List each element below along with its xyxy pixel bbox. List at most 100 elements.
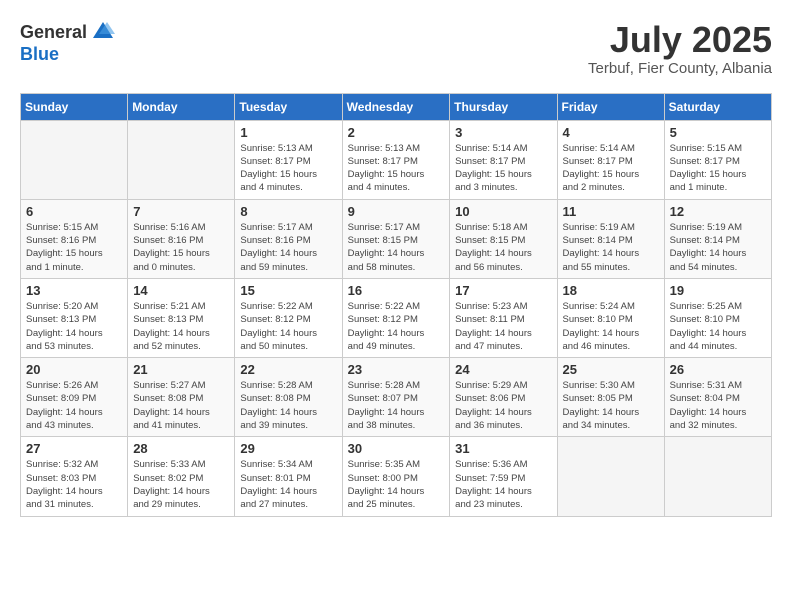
day-info: Sunrise: 5:36 AM Sunset: 7:59 PM Dayligh… (455, 458, 551, 511)
calendar-cell: 28 Sunrise: 5:33 AM Sunset: 8:02 PM Dayli… (128, 437, 235, 516)
day-number: 12 (670, 204, 766, 219)
day-info: Sunrise: 5:28 AM Sunset: 8:07 PM Dayligh… (348, 379, 445, 432)
day-number: 16 (348, 283, 445, 298)
day-number: 17 (455, 283, 551, 298)
logo-general-text: General (20, 22, 87, 43)
calendar-cell: 26 Sunrise: 5:31 AM Sunset: 8:04 PM Dayli… (664, 358, 771, 437)
calendar-header-monday: Monday (128, 93, 235, 120)
calendar-cell (664, 437, 771, 516)
day-number: 20 (26, 362, 122, 377)
day-info: Sunrise: 5:31 AM Sunset: 8:04 PM Dayligh… (670, 379, 766, 432)
calendar-cell: 17 Sunrise: 5:23 AM Sunset: 8:11 PM Dayli… (450, 278, 557, 357)
logo-blue-text: Blue (20, 44, 59, 65)
day-number: 9 (348, 204, 445, 219)
day-number: 13 (26, 283, 122, 298)
calendar-cell: 27Sunrise: 5:32 AM Sunset: 8:03 PM Dayli… (21, 437, 128, 516)
logo: General Blue (20, 20, 115, 65)
day-number: 1 (240, 125, 336, 140)
day-info: Sunrise: 5:21 AM Sunset: 8:13 PM Dayligh… (133, 300, 229, 353)
calendar-cell: 8Sunrise: 5:17 AM Sunset: 8:16 PM Daylig… (235, 199, 342, 278)
day-info: Sunrise: 5:18 AM Sunset: 8:15 PM Dayligh… (455, 221, 551, 274)
day-number: 18 (563, 283, 659, 298)
calendar-cell: 22 Sunrise: 5:28 AM Sunset: 8:08 PM Dayli… (235, 358, 342, 437)
calendar-week-row: 13 Sunrise: 5:20 AM Sunset: 8:13 PM Dayli… (21, 278, 772, 357)
day-number: 21 (133, 362, 229, 377)
day-number: 5 (670, 125, 766, 140)
day-info: Sunrise: 5:15 AM Sunset: 8:16 PM Dayligh… (26, 221, 122, 274)
day-info: Sunrise: 5:24 AM Sunset: 8:10 PM Dayligh… (563, 300, 659, 353)
calendar-cell: 7 Sunrise: 5:16 AM Sunset: 8:16 PM Daylig… (128, 199, 235, 278)
calendar-cell: 3Sunrise: 5:14 AM Sunset: 8:17 PM Daylig… (450, 120, 557, 199)
day-number: 25 (563, 362, 659, 377)
day-info: Sunrise: 5:19 AM Sunset: 8:14 PM Dayligh… (670, 221, 766, 274)
day-info: Sunrise: 5:34 AM Sunset: 8:01 PM Dayligh… (240, 458, 336, 511)
calendar-header-thursday: Thursday (450, 93, 557, 120)
calendar-cell: 1 Sunrise: 5:13 AM Sunset: 8:17 PM Daylig… (235, 120, 342, 199)
day-number: 4 (563, 125, 659, 140)
day-info: Sunrise: 5:35 AM Sunset: 8:00 PM Dayligh… (348, 458, 445, 511)
calendar-cell: 30 Sunrise: 5:35 AM Sunset: 8:00 PM Dayli… (342, 437, 450, 516)
calendar-cell: 4 Sunrise: 5:14 AM Sunset: 8:17 PM Daylig… (557, 120, 664, 199)
calendar-cell: 9 Sunrise: 5:17 AM Sunset: 8:15 PM Daylig… (342, 199, 450, 278)
day-info: Sunrise: 5:14 AM Sunset: 8:17 PM Dayligh… (563, 142, 659, 195)
calendar-cell: 15 Sunrise: 5:22 AM Sunset: 8:12 PM Dayli… (235, 278, 342, 357)
day-info: Sunrise: 5:33 AM Sunset: 8:02 PM Dayligh… (133, 458, 229, 511)
day-number: 24 (455, 362, 551, 377)
month-title: July 2025 (588, 20, 772, 60)
calendar-header-row: SundayMondayTuesdayWednesdayThursdayFrid… (21, 93, 772, 120)
location-title: Terbuf, Fier County, Albania (588, 60, 772, 77)
calendar-week-row: 20 Sunrise: 5:26 AM Sunset: 8:09 PM Dayli… (21, 358, 772, 437)
day-info: Sunrise: 5:22 AM Sunset: 8:12 PM Dayligh… (240, 300, 336, 353)
day-number: 10 (455, 204, 551, 219)
day-number: 2 (348, 125, 445, 140)
calendar-cell: 12 Sunrise: 5:19 AM Sunset: 8:14 PM Dayli… (664, 199, 771, 278)
day-info: Sunrise: 5:13 AM Sunset: 8:17 PM Dayligh… (240, 142, 336, 195)
day-number: 7 (133, 204, 229, 219)
day-number: 23 (348, 362, 445, 377)
day-number: 27 (26, 441, 122, 456)
calendar-cell: 19Sunrise: 5:25 AM Sunset: 8:10 PM Dayli… (664, 278, 771, 357)
day-info: Sunrise: 5:17 AM Sunset: 8:15 PM Dayligh… (348, 221, 445, 274)
calendar-cell: 14 Sunrise: 5:21 AM Sunset: 8:13 PM Dayli… (128, 278, 235, 357)
day-info: Sunrise: 5:13 AM Sunset: 8:17 PM Dayligh… (348, 142, 445, 195)
day-number: 29 (240, 441, 336, 456)
calendar-cell (128, 120, 235, 199)
calendar-header-tuesday: Tuesday (235, 93, 342, 120)
day-number: 8 (240, 204, 336, 219)
day-number: 6 (26, 204, 122, 219)
calendar-cell: 5Sunrise: 5:15 AM Sunset: 8:17 PM Daylig… (664, 120, 771, 199)
day-info: Sunrise: 5:28 AM Sunset: 8:08 PM Dayligh… (240, 379, 336, 432)
calendar-week-row: 1 Sunrise: 5:13 AM Sunset: 8:17 PM Daylig… (21, 120, 772, 199)
calendar-cell: 29 Sunrise: 5:34 AM Sunset: 8:01 PM Dayli… (235, 437, 342, 516)
day-number: 28 (133, 441, 229, 456)
logo-icon (91, 20, 115, 44)
calendar-cell: 10 Sunrise: 5:18 AM Sunset: 8:15 PM Dayli… (450, 199, 557, 278)
day-info: Sunrise: 5:22 AM Sunset: 8:12 PM Dayligh… (348, 300, 445, 353)
calendar-week-row: 6 Sunrise: 5:15 AM Sunset: 8:16 PM Daylig… (21, 199, 772, 278)
day-number: 30 (348, 441, 445, 456)
calendar-cell (21, 120, 128, 199)
day-info: Sunrise: 5:16 AM Sunset: 8:16 PM Dayligh… (133, 221, 229, 274)
calendar-cell: 18 Sunrise: 5:24 AM Sunset: 8:10 PM Dayli… (557, 278, 664, 357)
calendar-table: SundayMondayTuesdayWednesdayThursdayFrid… (20, 93, 772, 517)
calendar-cell: 13 Sunrise: 5:20 AM Sunset: 8:13 PM Dayli… (21, 278, 128, 357)
day-info: Sunrise: 5:29 AM Sunset: 8:06 PM Dayligh… (455, 379, 551, 432)
day-number: 15 (240, 283, 336, 298)
calendar-cell: 20 Sunrise: 5:26 AM Sunset: 8:09 PM Dayli… (21, 358, 128, 437)
day-number: 26 (670, 362, 766, 377)
day-info: Sunrise: 5:27 AM Sunset: 8:08 PM Dayligh… (133, 379, 229, 432)
day-number: 22 (240, 362, 336, 377)
calendar-week-row: 27Sunrise: 5:32 AM Sunset: 8:03 PM Dayli… (21, 437, 772, 516)
calendar-header-saturday: Saturday (664, 93, 771, 120)
day-number: 14 (133, 283, 229, 298)
day-info: Sunrise: 5:19 AM Sunset: 8:14 PM Dayligh… (563, 221, 659, 274)
calendar-cell (557, 437, 664, 516)
day-info: Sunrise: 5:26 AM Sunset: 8:09 PM Dayligh… (26, 379, 122, 432)
day-info: Sunrise: 5:23 AM Sunset: 8:11 PM Dayligh… (455, 300, 551, 353)
day-info: Sunrise: 5:20 AM Sunset: 8:13 PM Dayligh… (26, 300, 122, 353)
day-info: Sunrise: 5:30 AM Sunset: 8:05 PM Dayligh… (563, 379, 659, 432)
calendar-header-friday: Friday (557, 93, 664, 120)
calendar-cell: 25 Sunrise: 5:30 AM Sunset: 8:05 PM Dayli… (557, 358, 664, 437)
day-info: Sunrise: 5:14 AM Sunset: 8:17 PM Dayligh… (455, 142, 551, 195)
calendar-cell: 31Sunrise: 5:36 AM Sunset: 7:59 PM Dayli… (450, 437, 557, 516)
